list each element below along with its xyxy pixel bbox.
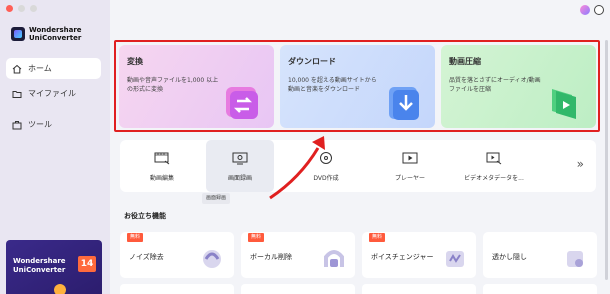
free-badge: 無料 [127, 233, 144, 242]
section-title: お役立ち機能 [124, 212, 166, 220]
card-noise-removal[interactable]: 無料 ノイズ除去 [120, 232, 234, 278]
free-badge: 無料 [248, 233, 265, 242]
tool-video-metadata[interactable]: ビデオメタデータを... [460, 140, 528, 192]
noise-removal-icon [203, 250, 221, 268]
version-badge: 14 [78, 256, 96, 272]
card-vocal-remover[interactable]: 無料 ボーカル削除 [241, 232, 355, 278]
promo-line2: UniConverter [13, 266, 66, 274]
tool-label: ビデオメタデータを... [464, 175, 524, 182]
top-right-icons [580, 5, 604, 15]
folder-icon [12, 90, 22, 98]
feature-highlight-box: 変換 動画や音声ファイルを1,000 以上の形式に変換 ダウンロード 10,00… [114, 40, 600, 132]
voice-changer-icon [446, 251, 464, 267]
app-logo-icon [11, 27, 25, 41]
tool-label: 動画編集 [149, 175, 174, 182]
scrollbar[interactable] [605, 40, 608, 280]
sidebar-item-label: ツール [28, 120, 52, 129]
avatar[interactable] [580, 5, 590, 15]
app-window: Wondershare UniConverter ホーム マイファイル ツール … [0, 0, 610, 294]
feature-card-download[interactable]: ダウンロード 10,000 を超える動画サイトから動画と音楽をダウンロード [280, 45, 435, 128]
feature-description: 品質を落とさずにオーディオ/動画ファイルを圧縮 [449, 77, 541, 93]
sidebar-item-tools[interactable]: ツール [6, 114, 101, 135]
tool-label: DVD作成 [313, 175, 339, 182]
vocal-remover-icon [324, 250, 344, 267]
promo-line1: Wondershare [13, 257, 66, 265]
feature-description: 10,000 を超える動画サイトから動画と音楽をダウンロード [288, 77, 377, 93]
tool-player[interactable]: プレーヤー [376, 140, 444, 192]
more-tools-chevron-icon[interactable]: » [577, 157, 584, 171]
watermark-remover-icon [567, 251, 583, 267]
main-panel: 変換 動画や音声ファイルを1,000 以上の形式に変換 ダウンロード 10,00… [110, 0, 610, 294]
close-window-button[interactable] [6, 5, 13, 12]
tool-label: プレーヤー [394, 175, 425, 182]
sidebar-item-label: マイファイル [28, 89, 76, 98]
compress-icon [552, 89, 576, 119]
card-label: ボーカル削除 [250, 253, 292, 261]
download-icon [389, 87, 419, 120]
sidebar-item-label: ホーム [28, 64, 52, 73]
promo-decoration-icon [54, 284, 66, 294]
window-controls [6, 5, 37, 12]
feature-card-compress[interactable]: 動画圧縮 品質を落とさずにオーディオ/動画ファイルを圧縮 [441, 45, 596, 128]
screen-record-icon [232, 152, 248, 165]
card-watermark-hide[interactable]: 透かし隠し [483, 232, 597, 278]
tool-label: 画面録画 [227, 175, 252, 182]
sidebar-nav: ホーム マイファイル ツール [6, 58, 101, 139]
tooltip: 画面録画 [202, 193, 231, 204]
toolbox-icon [12, 120, 22, 129]
feature-title: 変換 [127, 57, 143, 66]
card-label: 透かし隠し [492, 253, 527, 261]
feature-description: 動画や音声ファイルを1,000 以上の形式に変換 [127, 77, 219, 93]
sidebar-item-home[interactable]: ホーム [6, 58, 101, 79]
sidebar: Wondershare UniConverter ホーム マイファイル ツール … [0, 0, 110, 294]
tool-video-edit[interactable]: 動画編集 [128, 140, 196, 192]
brand-line2: UniConverter [29, 34, 82, 42]
next-row-cards [120, 284, 606, 294]
card-voice-changer[interactable]: 無料 ボイスチェンジャー [362, 232, 476, 278]
convert-icon [226, 87, 258, 119]
brand-name: Wondershare UniConverter [29, 26, 82, 42]
video-edit-icon [154, 152, 170, 165]
dvd-icon [320, 152, 332, 164]
feature-title: ダウンロード [288, 57, 336, 66]
home-icon [12, 64, 22, 73]
feature-card-convert[interactable]: 変換 動画や音声ファイルを1,000 以上の形式に変換 [119, 45, 274, 128]
zoom-window-button[interactable] [30, 5, 37, 12]
brand-line1: Wondershare [29, 26, 82, 34]
promo-title: Wondershare UniConverter [13, 257, 66, 275]
free-badge: 無料 [369, 233, 386, 242]
brand: Wondershare UniConverter [11, 26, 82, 42]
sidebar-item-myfiles[interactable]: マイファイル [6, 83, 101, 104]
tool-dvd-create[interactable]: DVD作成 [292, 140, 360, 192]
player-icon [402, 152, 418, 164]
support-headset-icon[interactable] [594, 5, 604, 15]
card-label: ボイスチェンジャー [371, 253, 434, 261]
promo-banner[interactable]: Wondershare UniConverter 14 [6, 240, 102, 294]
metadata-icon [486, 152, 502, 165]
tool-screen-record[interactable]: 画面録画 [206, 140, 274, 192]
card-label: ノイズ除去 [129, 253, 164, 261]
feature-title: 動画圧縮 [449, 57, 481, 66]
tools-row: 動画編集 画面録画 DVD作成 プレーヤー ビデオメタデータを... » [120, 140, 596, 192]
minimize-window-button[interactable] [18, 5, 25, 12]
